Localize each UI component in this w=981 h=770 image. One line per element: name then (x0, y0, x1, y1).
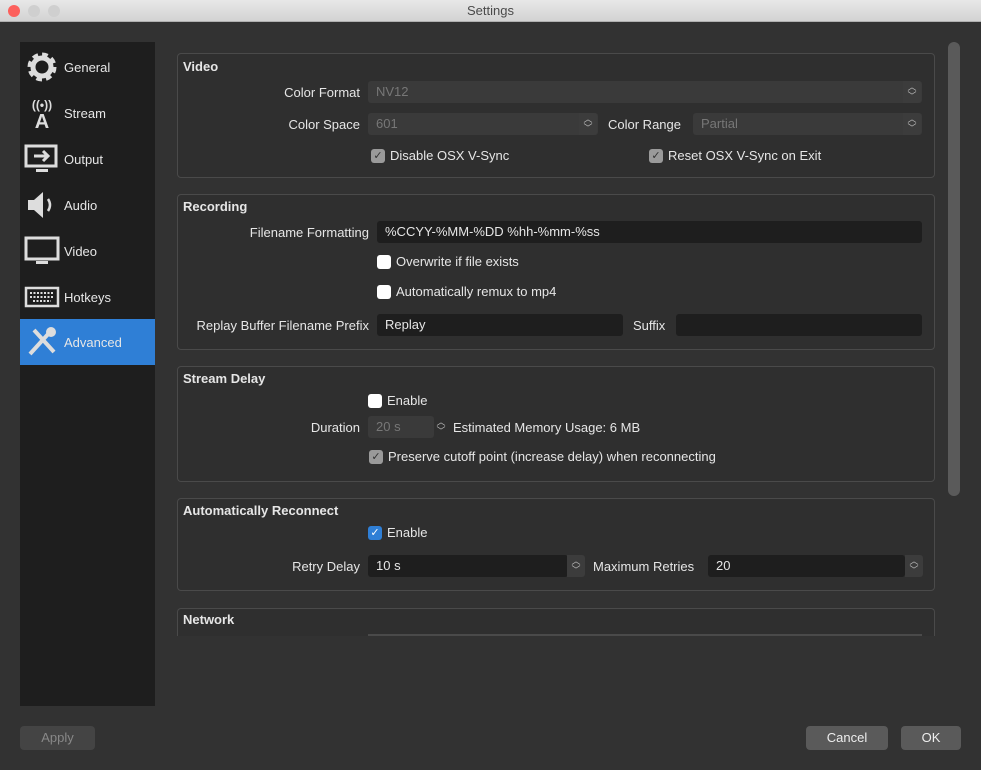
select-value: Partial (701, 116, 738, 131)
sidebar-item-video[interactable]: Video (20, 228, 155, 274)
apply-button[interactable]: Apply (20, 726, 95, 750)
group-title: Automatically Reconnect (183, 503, 339, 518)
chevron-updown-icon: ︿ ﹀ (579, 113, 597, 135)
reset-vsync-checkbox[interactable]: ✓ Reset OSX V-Sync on Exit (649, 148, 821, 163)
sidebar-item-advanced[interactable]: Advanced (20, 319, 155, 365)
sidebar-item-label: Audio (64, 197, 98, 213)
select-value: NV12 (376, 84, 409, 99)
color-range-select[interactable]: Partial (693, 113, 922, 135)
checkmark-icon: ✓ (368, 525, 382, 540)
title-bar: Settings (0, 0, 981, 22)
chevron-updown-icon: ︿ ﹀ (903, 81, 921, 103)
color-range-label: Color Range (608, 117, 681, 132)
group-title: Stream Delay (183, 371, 266, 386)
close-button[interactable] (8, 5, 20, 17)
zoom-button[interactable] (48, 5, 60, 17)
checkmark-icon: ✓ (369, 449, 383, 464)
color-format-label: Color Format (284, 85, 360, 100)
color-space-label: Color Space (288, 117, 360, 132)
checkbox-label: Automatically remux to mp4 (396, 284, 557, 299)
checkbox-label: Enable (387, 393, 428, 408)
prefix-label: Replay Buffer Filename Prefix (196, 318, 369, 333)
sidebar-item-label: Stream (64, 105, 106, 121)
disable-vsync-checkbox[interactable]: ✓ Disable OSX V-Sync (371, 148, 509, 163)
checkbox-label: Reset OSX V-Sync on Exit (668, 148, 822, 163)
checkbox-box (368, 393, 382, 408)
sidebar-item-output[interactable]: Output (20, 136, 155, 182)
stream-delay-enable-checkbox[interactable]: Enable (368, 393, 427, 408)
gear-icon (27, 52, 57, 82)
checkmark-icon: ✓ (371, 148, 385, 163)
sidebar-item-audio[interactable]: Audio (20, 182, 155, 228)
overwrite-checkbox[interactable]: Overwrite if file exists (377, 254, 519, 269)
suffix-label: Suffix (633, 318, 666, 333)
max-retries-label: Maximum Retries (593, 559, 695, 574)
scrollbar-thumb[interactable] (948, 42, 960, 496)
group-title: Video (183, 59, 219, 74)
tools-icon (28, 327, 56, 356)
checkmark-icon: ✓ (649, 148, 663, 163)
filename-label: Filename Formatting (249, 225, 369, 240)
svg-text:A: A (35, 111, 49, 131)
monitor-icon (24, 236, 60, 264)
prefix-input[interactable]: Replay (377, 314, 623, 336)
spin-arrows-icon[interactable]: ︿ ﹀ (567, 555, 585, 577)
color-format-select[interactable]: NV12 (368, 81, 922, 103)
remux-checkbox[interactable]: Automatically remux to mp4 (377, 284, 556, 299)
suffix-input[interactable] (676, 314, 922, 336)
max-retries-spinbox[interactable]: 20 (708, 555, 905, 577)
keyboard-icon (24, 286, 60, 308)
reconnect-enable-checkbox[interactable]: ✓ Enable (368, 525, 427, 540)
sidebar-item-label: Hotkeys (64, 289, 111, 305)
cancel-button[interactable]: Cancel (806, 726, 888, 750)
checkbox-label: Preserve cutoff point (increase delay) w… (388, 449, 716, 464)
memory-usage-text: Estimated Memory Usage: 6 MB (453, 420, 641, 435)
sidebar-item-label: Advanced (64, 334, 122, 350)
svg-text:((•)): ((•)) (32, 98, 52, 112)
color-space-select[interactable]: 601 (368, 113, 598, 135)
scroll-clip (160, 636, 945, 706)
group-title: Recording (183, 199, 248, 214)
minimize-button[interactable] (28, 5, 40, 17)
sidebar: General ((•)) A Stream Output Audio Video… (20, 42, 155, 706)
checkbox-box (377, 284, 391, 299)
speaker-icon (28, 192, 52, 218)
checkbox-label: Overwrite if file exists (396, 254, 519, 269)
sidebar-item-general[interactable]: General (20, 44, 155, 90)
checkbox-label: Disable OSX V-Sync (390, 148, 510, 163)
ok-button[interactable]: OK (901, 726, 961, 750)
retry-delay-label: Retry Delay (292, 559, 360, 574)
select-value: 601 (376, 116, 398, 131)
group-title: Network (183, 612, 235, 627)
sidebar-item-hotkeys[interactable]: Hotkeys (20, 274, 155, 320)
sidebar-item-label: General (64, 59, 111, 75)
antenna-icon: ((•))A (32, 98, 52, 131)
sidebar-item-label: Output (64, 151, 104, 167)
sidebar-item-stream[interactable]: ((•)) A Stream (20, 90, 155, 136)
duration-label: Duration (310, 420, 360, 435)
filename-input[interactable]: %CCYY-%MM-%DD %hh-%mm-%ss (377, 221, 922, 243)
window-title: Settings (467, 3, 514, 18)
chevron-updown-icon: ︿ ﹀ (903, 113, 921, 135)
retry-delay-spinbox[interactable]: 10 s (368, 555, 568, 577)
checkbox-label: Enable (387, 525, 428, 540)
output-monitor-icon (24, 144, 58, 172)
spin-arrows-icon[interactable]: ︿ ﹀ (432, 416, 450, 438)
preserve-cutoff-checkbox[interactable]: ✓ Preserve cutoff point (increase delay) … (369, 449, 716, 464)
duration-spinbox[interactable]: 20 s (368, 416, 434, 438)
sidebar-item-label: Video (64, 243, 98, 259)
checkbox-box (377, 254, 391, 269)
spin-arrows-icon[interactable]: ︿ ﹀ (905, 555, 923, 577)
